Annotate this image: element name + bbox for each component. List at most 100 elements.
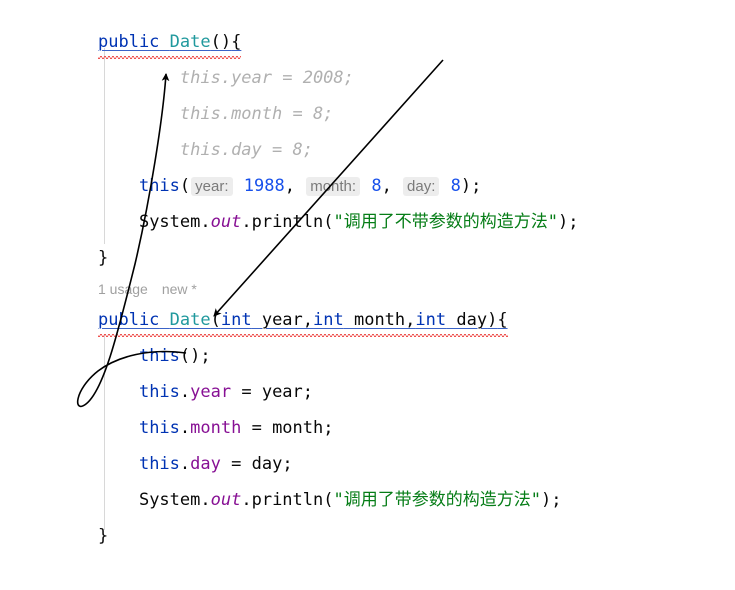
line-this-default-call[interactable]: this(); <box>0 338 735 374</box>
token-punc <box>361 176 371 196</box>
token-type: Date <box>169 310 211 330</box>
token-num: 1988 <box>243 176 285 196</box>
token-punc: (); <box>179 346 211 366</box>
token-num: 8 <box>371 176 382 196</box>
token-ident: month, <box>343 310 416 330</box>
token-punc: . <box>200 212 211 232</box>
token-static: out <box>210 212 242 232</box>
token-punc: . <box>179 454 191 474</box>
usage-count-hint[interactable]: 1 usage <box>98 281 148 297</box>
token-punc: , <box>284 176 306 196</box>
line-this-month-8[interactable]: this.month = 8; <box>0 96 735 132</box>
token-ident: System <box>138 490 201 510</box>
token-punc <box>234 176 244 196</box>
line-ctor-noarg-signature[interactable]: public Date(){ <box>0 24 735 60</box>
line-assign-year[interactable]: this.year = year; <box>0 374 735 410</box>
token-kw: public <box>98 32 160 52</box>
parameter-name-hint[interactable]: day: <box>403 177 440 196</box>
disabled-statement: this.day = 8; <box>179 140 313 160</box>
line-assign-day[interactable]: this.day = day; <box>0 446 735 482</box>
statement: System.out.println("调用了不带参数的构造方法"); <box>139 212 579 232</box>
statement: this(); <box>139 346 211 366</box>
token-punc: = <box>231 382 262 402</box>
token-punc: { <box>497 310 508 330</box>
disabled-statement: this.year = 2008; <box>179 68 354 88</box>
line-usage-hint[interactable]: 1 usage new * <box>0 276 735 302</box>
line-assign-month[interactable]: this.month = month; <box>0 410 735 446</box>
token-punc: , <box>381 176 403 196</box>
token-kw: this <box>138 454 180 474</box>
line-this-day-8[interactable]: this.day = 8; <box>0 132 735 168</box>
token-field: day <box>190 454 221 474</box>
token-punc: ); <box>460 176 482 196</box>
token-ident: day <box>251 454 283 474</box>
line-ctor-args-signature[interactable]: public Date(int year,int month,int day){ <box>0 302 735 338</box>
statement: this.month = month; <box>139 418 334 438</box>
token-punc: ( <box>179 176 191 196</box>
token-kw: int <box>415 310 447 330</box>
token-punc <box>440 176 450 196</box>
token-punc: = <box>241 418 273 438</box>
token-field: year <box>190 382 232 402</box>
statement: } <box>98 526 108 546</box>
statement: this.day = day; <box>139 454 293 474</box>
token-punc: . <box>241 212 252 232</box>
token-punc: () <box>210 32 232 52</box>
token-str: "调用了带参数的构造方法" <box>333 490 541 510</box>
disabled-statement: this.month = 8; <box>179 104 334 124</box>
token-ident: month <box>272 418 324 438</box>
line-close-brace-2[interactable]: } <box>0 518 735 554</box>
token-punc: { <box>231 32 242 52</box>
token-punc: ; <box>323 418 334 438</box>
statement: this(year: 1988, month: 8, day: 8); <box>139 176 481 196</box>
statement: this.year = year; <box>139 382 313 402</box>
token-kw: this <box>138 382 180 402</box>
token-punc: ( <box>323 212 334 232</box>
token-punc: . <box>200 490 211 510</box>
declaration-with-error-underline: public Date(){ <box>98 24 242 60</box>
token-punc: ); <box>557 212 579 232</box>
token-str: "调用了不带参数的构造方法" <box>333 212 558 232</box>
parameter-name-hint[interactable]: year: <box>191 177 233 196</box>
token-punc: ); <box>540 490 562 510</box>
token-punc: . <box>179 418 191 438</box>
token-kw: this <box>138 418 180 438</box>
token-punc: = <box>220 454 252 474</box>
line-println-args[interactable]: System.out.println("调用了带参数的构造方法"); <box>0 482 735 518</box>
token-ident: year <box>261 382 303 402</box>
token-punc: . <box>241 490 252 510</box>
token-ident: System <box>138 212 201 232</box>
code-lines: public Date(){ this.year = 2008; this.mo… <box>0 0 735 554</box>
token-punc <box>159 32 169 52</box>
token-kw: this <box>138 176 180 196</box>
token-ident: println <box>251 212 324 232</box>
token-punc: ( <box>323 490 334 510</box>
parameter-name-hint[interactable]: month: <box>306 177 361 196</box>
token-ident: println <box>251 490 324 510</box>
declaration-with-error-underline: public Date(int year,int month,int day){ <box>98 302 508 338</box>
line-println-noarg[interactable]: System.out.println("调用了不带参数的构造方法"); <box>0 204 735 240</box>
token-punc: ; <box>282 454 293 474</box>
code-editor[interactable]: public Date(){ this.year = 2008; this.mo… <box>0 0 735 590</box>
new-marker-hint[interactable]: new * <box>162 281 197 297</box>
line-this-year-2008[interactable]: this.year = 2008; <box>0 60 735 96</box>
token-num: 8 <box>450 176 461 196</box>
token-punc: ( <box>210 310 221 330</box>
token-kw: int <box>220 310 252 330</box>
token-ident: day <box>446 310 488 330</box>
token-punc: } <box>98 526 109 546</box>
token-punc <box>159 310 169 330</box>
token-punc: ) <box>487 310 498 330</box>
line-this-call[interactable]: this(year: 1988, month: 8, day: 8); <box>0 168 735 204</box>
token-kw: this <box>138 346 180 366</box>
token-static: out <box>210 490 242 510</box>
line-close-brace-1[interactable]: } <box>0 240 735 276</box>
